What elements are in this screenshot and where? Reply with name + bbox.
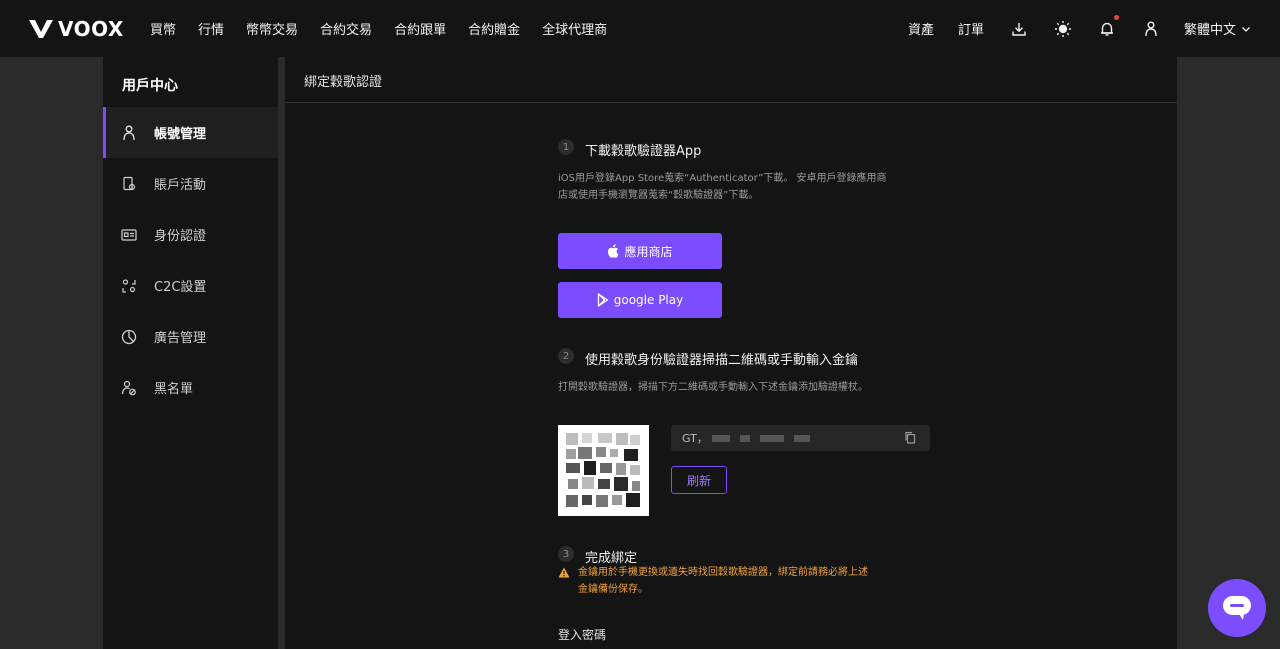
qr-code xyxy=(558,425,649,516)
nav-futures-trading[interactable]: 合約交易 xyxy=(320,19,372,38)
step-1-number: 1 xyxy=(558,139,574,155)
google-play-button[interactable]: google Play xyxy=(558,282,722,318)
nav-spot-trading[interactable]: 幣幣交易 xyxy=(246,19,298,38)
activity-icon xyxy=(121,176,137,192)
google-play-icon xyxy=(597,293,608,307)
voox-logo[interactable]: VOOX xyxy=(28,17,130,41)
nav-orders[interactable]: 訂單 xyxy=(958,19,984,38)
backup-warning: 金鑰用於手機更換或遺失時找回穀歌驗證器，綁定前請務必將上述 金鑰備份保存。 xyxy=(558,564,868,598)
warning-text-line2: 金鑰備份保存。 xyxy=(578,584,648,595)
warning-icon xyxy=(558,567,570,578)
user-icon[interactable] xyxy=(1142,20,1160,38)
secret-key-field[interactable]: GT， xyxy=(671,425,930,451)
step-2-title: 使用穀歌身份驗證器掃描二維碼或手動輸入金鑰 xyxy=(585,353,859,368)
nav-copy-trading[interactable]: 合約跟單 xyxy=(394,19,446,38)
top-navbar: VOOX 買幣 行情 幣幣交易 合約交易 合約跟單 合約贈金 全球代理商 資產 … xyxy=(0,0,1280,57)
sidebar-item-label: 帳號管理 xyxy=(154,127,207,142)
step-1-title: 下載穀歌驗證器App xyxy=(585,144,702,159)
sidebar-item-account-management[interactable]: 帳號管理 xyxy=(103,107,278,158)
nav-buy-crypto[interactable]: 買幣 xyxy=(150,19,176,38)
refresh-key-button[interactable]: 刷新 xyxy=(671,466,727,494)
language-label: 繁體中文 xyxy=(1183,23,1236,38)
c2c-icon xyxy=(121,278,137,294)
sidebar-item-label: 廣告管理 xyxy=(154,331,207,346)
sidebar-item-account-activity[interactable]: 賬戶活動 xyxy=(103,158,278,209)
sidebar-item-label: C2C設置 xyxy=(154,280,207,295)
bell-icon[interactable] xyxy=(1098,14,1119,38)
app-store-label: 應用商店 xyxy=(624,244,673,259)
chevron-down-icon xyxy=(1242,26,1250,32)
brand-name: VOOX xyxy=(58,16,124,41)
login-password-label: 登入密碼 xyxy=(558,628,607,642)
step-1-desc-line1: iOS用戶登錄App Store蒐索“Authenticator”下載。 安卓用… xyxy=(558,173,887,184)
sidebar-title: 用戶中心 xyxy=(122,78,178,94)
support-chat-button[interactable] xyxy=(1208,579,1266,637)
step-2-desc: 打開穀歌驗證器，掃描下方二維碼或手動輸入下述金鑰添加驗證權杖。 xyxy=(558,382,868,393)
nav-markets[interactable]: 行情 xyxy=(198,19,224,38)
app-store-button[interactable]: 應用商店 xyxy=(558,233,722,269)
step-3-number: 3 xyxy=(558,546,574,562)
nav-assets[interactable]: 資產 xyxy=(908,19,934,38)
masked-key-segment xyxy=(739,434,750,442)
user-icon xyxy=(121,125,137,141)
download-icon[interactable] xyxy=(1010,20,1028,38)
masked-key-segment xyxy=(759,434,784,442)
apple-icon xyxy=(608,244,619,258)
google-play-label: google Play xyxy=(613,293,684,307)
notification-dot xyxy=(1113,14,1119,20)
chat-bubble-icon xyxy=(1223,596,1251,620)
step-1-desc-line2: 店或使用手機瀏覽器蒐索“穀歌驗證器”下載。 xyxy=(558,190,759,201)
page-title: 綁定穀歌認證 xyxy=(285,57,1177,103)
warning-text-line1: 金鑰用於手機更換或遺失時找回穀歌驗證器，綁定前請務必將上述 xyxy=(578,567,868,578)
sidebar-item-label: 黑名單 xyxy=(154,382,194,397)
voox-logo-mark-icon xyxy=(29,19,53,38)
bind-google-auth-panel: 綁定穀歌認證 1 下載穀歌驗證器App iOS用戶登錄App Store蒐索“A… xyxy=(285,57,1177,649)
secret-key-prefix: GT， xyxy=(682,432,708,445)
user-center-sidebar: 用戶中心 帳號管理 賬戶活動 身份認證 C2C設置 廣告管理 黑名單 xyxy=(103,57,278,649)
main-nav: 買幣 行情 幣幣交易 合約交易 合約跟單 合約贈金 全球代理商 xyxy=(150,19,629,38)
sidebar-item-c2c-settings[interactable]: C2C設置 xyxy=(103,260,278,311)
nav-futures-bonus[interactable]: 合約贈金 xyxy=(468,19,520,38)
pie-chart-icon xyxy=(121,329,137,345)
user-block-icon xyxy=(121,380,137,396)
sidebar-item-blacklist[interactable]: 黑名單 xyxy=(103,362,278,413)
sidebar-item-label: 身份認證 xyxy=(154,229,207,244)
masked-key-segment xyxy=(711,434,730,442)
language-selector[interactable]: 繁體中文 xyxy=(1184,19,1252,38)
nav-global-agents[interactable]: 全球代理商 xyxy=(542,19,607,38)
masked-key-segment xyxy=(793,434,810,442)
id-card-icon xyxy=(121,227,137,243)
sidebar-item-identity-verification[interactable]: 身份認證 xyxy=(103,209,278,260)
copy-icon[interactable] xyxy=(904,431,916,444)
theme-sun-icon[interactable] xyxy=(1054,20,1072,38)
nav-right-group: 資產 訂單 繁體中文 xyxy=(884,0,1252,57)
sidebar-item-ad-management[interactable]: 廣告管理 xyxy=(103,311,278,362)
step-2-number: 2 xyxy=(558,348,574,364)
sidebar-item-label: 賬戶活動 xyxy=(154,178,207,193)
